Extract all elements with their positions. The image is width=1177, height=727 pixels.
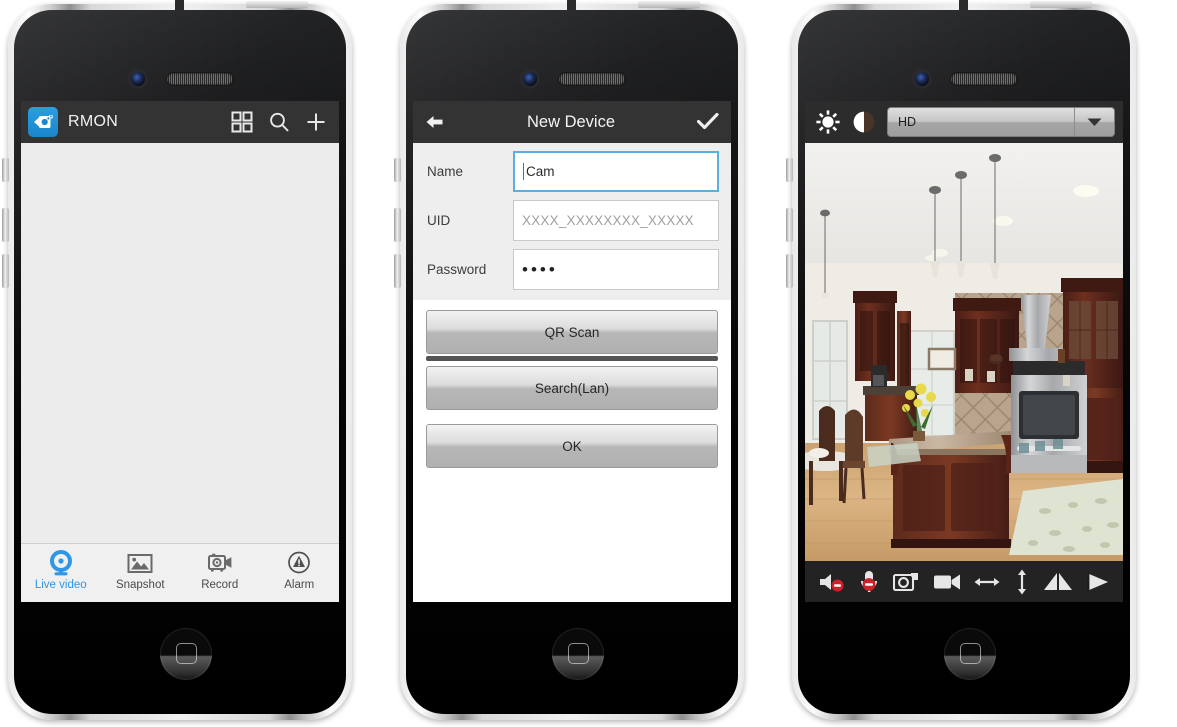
text-caret xyxy=(523,163,524,180)
video-controls xyxy=(805,561,1123,602)
field-value: Cam xyxy=(526,164,555,179)
live-video-icon xyxy=(47,549,75,577)
live-video-feed[interactable] xyxy=(805,143,1123,561)
tab-label: Record xyxy=(201,579,239,591)
phone-device-list: RMON Live video Snapshot Record Alarm xyxy=(0,0,360,727)
form-empty-space xyxy=(413,470,731,602)
home-button[interactable] xyxy=(160,628,212,680)
microphone-muted-icon[interactable] xyxy=(858,570,880,594)
silent-switch[interactable] xyxy=(786,158,793,182)
power-button[interactable] xyxy=(246,1,308,8)
kitchen-scene xyxy=(805,143,1123,561)
camcorder-icon xyxy=(206,549,234,577)
volume-up-button[interactable] xyxy=(394,208,401,242)
app-bar-actions xyxy=(231,111,331,133)
front-camera-icon xyxy=(523,72,537,86)
plus-icon[interactable] xyxy=(305,111,327,133)
brightness-icon[interactable] xyxy=(815,109,841,135)
camera-icon[interactable] xyxy=(893,571,919,592)
device-form: Name Cam UID XXXX_XXXXXXXX_XXXXX Passwor… xyxy=(413,143,731,300)
front-camera-icon xyxy=(915,72,929,86)
horizontal-arrows-icon[interactable] xyxy=(974,574,1000,590)
form-row-password: Password •••• xyxy=(413,249,731,290)
page-title: New Device xyxy=(526,112,616,131)
device-list[interactable] xyxy=(21,143,339,543)
field-placeholder: XXXX_XXXXXXXX_XXXXX xyxy=(522,213,694,228)
back-arrow-icon[interactable] xyxy=(425,113,445,131)
volume-down-button[interactable] xyxy=(786,254,793,288)
speaker-muted-icon[interactable] xyxy=(818,571,845,593)
password-input[interactable]: •••• xyxy=(513,249,719,290)
tab-label: Alarm xyxy=(284,579,315,591)
camcorder-icon xyxy=(28,107,58,137)
quality-value: HD xyxy=(898,115,917,129)
phone-live-view: HD xyxy=(784,0,1144,727)
front-camera-icon xyxy=(131,72,145,86)
tab-label: Live video xyxy=(34,579,87,591)
form-row-name: Name Cam xyxy=(413,151,731,192)
vertical-arrows-icon[interactable] xyxy=(1014,569,1030,595)
tab-live-video[interactable]: Live video xyxy=(21,544,101,591)
phone-new-device: New Device Name Cam UID XXXX_XXXXXXXX_XX… xyxy=(392,0,752,727)
earpiece-speaker-icon xyxy=(559,73,625,85)
play-arrow-icon[interactable] xyxy=(1086,572,1110,592)
home-square-icon xyxy=(176,643,197,664)
volume-up-button[interactable] xyxy=(2,208,9,242)
photo-icon xyxy=(126,549,154,577)
qr-scan-button[interactable]: QR Scan xyxy=(426,310,718,354)
screenshot-root: RMON Live video Snapshot Record Alarm Ne… xyxy=(0,0,1177,727)
bottom-tab-bar: Live video Snapshot Record Alarm xyxy=(21,543,339,602)
warning-icon xyxy=(285,549,313,577)
silent-switch[interactable] xyxy=(2,158,9,182)
search-lan-button[interactable]: Search(Lan) xyxy=(426,366,718,410)
chevron-down-icon[interactable] xyxy=(1074,108,1114,136)
screen-new-device: New Device Name Cam UID XXXX_XXXXXXXX_XX… xyxy=(413,101,731,602)
name-input[interactable]: Cam xyxy=(513,151,719,192)
tab-snapshot[interactable]: Snapshot xyxy=(101,544,181,591)
home-button[interactable] xyxy=(552,628,604,680)
tab-alarm[interactable]: Alarm xyxy=(260,544,340,591)
check-icon[interactable] xyxy=(697,113,719,131)
home-square-icon xyxy=(960,643,981,664)
ok-button[interactable]: OK xyxy=(426,424,718,468)
form-row-uid: UID XXXX_XXXXXXXX_XXXXX xyxy=(413,200,731,241)
quality-select[interactable]: HD xyxy=(887,107,1115,137)
screen-live-view: HD xyxy=(805,101,1123,602)
contrast-icon[interactable] xyxy=(852,110,876,134)
tab-label: Snapshot xyxy=(115,579,165,591)
home-square-icon xyxy=(568,643,589,664)
volume-down-button[interactable] xyxy=(394,254,401,288)
button-divider xyxy=(426,356,718,361)
app-bar: RMON xyxy=(21,101,339,143)
uid-input[interactable]: XXXX_XXXXXXXX_XXXXX xyxy=(513,200,719,241)
field-label: UID xyxy=(427,213,451,228)
app-title: RMON xyxy=(68,113,119,130)
volume-down-button[interactable] xyxy=(2,254,9,288)
power-button[interactable] xyxy=(638,1,700,8)
video-camera-icon[interactable] xyxy=(933,573,961,591)
volume-up-button[interactable] xyxy=(786,208,793,242)
screen-device-list: RMON Live video Snapshot Record Alarm xyxy=(21,101,339,602)
mirror-flip-icon[interactable] xyxy=(1043,572,1073,591)
home-button[interactable] xyxy=(944,628,996,680)
grid-view-icon[interactable] xyxy=(231,111,253,133)
earpiece-speaker-icon xyxy=(951,73,1017,85)
field-label: Password xyxy=(427,262,487,277)
nav-bar: New Device xyxy=(413,101,731,143)
search-icon[interactable] xyxy=(268,111,290,133)
tab-record[interactable]: Record xyxy=(180,544,260,591)
silent-switch[interactable] xyxy=(394,158,401,182)
field-label: Name xyxy=(427,164,464,179)
power-button[interactable] xyxy=(1030,1,1092,8)
form-actions: QR Scan Search(Lan) OK xyxy=(413,300,731,468)
field-value: •••• xyxy=(522,260,558,279)
earpiece-speaker-icon xyxy=(167,73,233,85)
video-toolbar: HD xyxy=(805,101,1123,143)
